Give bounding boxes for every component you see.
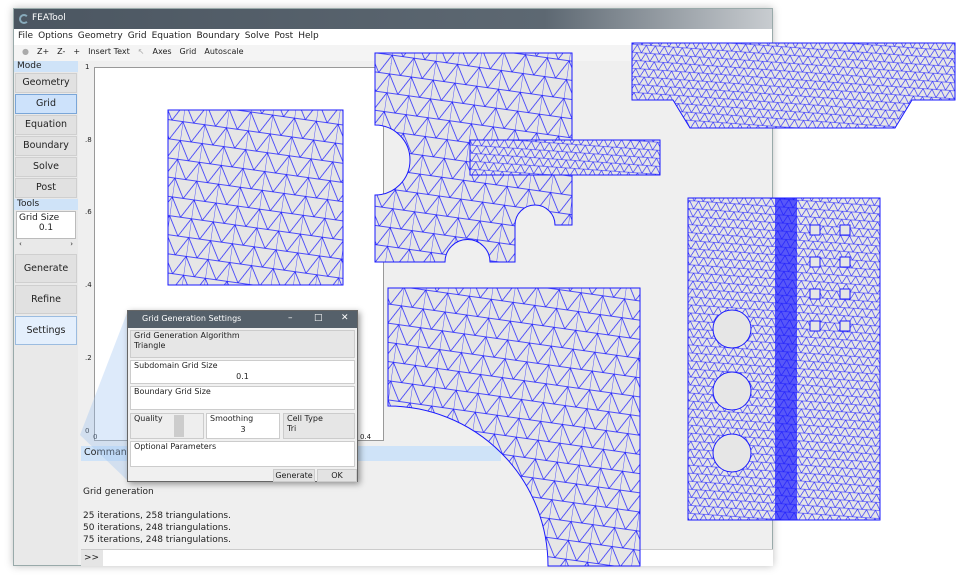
- cell-type-label: Cell Type: [287, 414, 323, 423]
- cell-type-select[interactable]: Cell Type Tri: [283, 413, 355, 439]
- dense-band: [775, 198, 797, 520]
- close-icon[interactable]: ✕: [341, 313, 349, 323]
- minimize-icon[interactable]: –: [288, 313, 293, 323]
- dialog-title: Grid Generation Settings: [142, 314, 242, 323]
- smoothing-label: Smoothing: [210, 414, 254, 423]
- boundary-grid-size-field[interactable]: Boundary Grid Size: [130, 386, 355, 410]
- grid-settings-dialog: Grid Generation Settings – □ ✕ Grid Gene…: [127, 310, 358, 482]
- quality-slider[interactable]: Quality: [130, 413, 204, 439]
- boundary-label: Boundary Grid Size: [134, 387, 211, 396]
- optional-label: Optional Parameters: [134, 442, 217, 451]
- algorithm-value: Triangle: [134, 341, 166, 350]
- square-mesh: [167, 109, 344, 286]
- cell-type-value: Tri: [287, 424, 297, 433]
- dialog-generate-button[interactable]: Generate: [273, 469, 315, 482]
- dialog-ok-button[interactable]: OK: [317, 469, 357, 482]
- smoothing-value[interactable]: 3: [207, 425, 279, 434]
- algorithm-select[interactable]: Grid Generation Algorithm Triangle: [130, 330, 355, 358]
- dialog-title-bar: Grid Generation Settings – □ ✕: [128, 311, 357, 328]
- mesh-overlays: [80, 42, 956, 567]
- curved-mesh: [387, 287, 641, 567]
- optional-parameters-field[interactable]: Optional Parameters: [130, 441, 355, 467]
- bar-mesh: [469, 139, 661, 176]
- trapezoid-mesh: [631, 42, 956, 129]
- callout-highlight: [80, 313, 127, 480]
- algorithm-label: Grid Generation Algorithm: [134, 331, 240, 340]
- subdomain-label: Subdomain Grid Size: [134, 361, 218, 370]
- quality-label: Quality: [134, 414, 163, 423]
- smoothing-field[interactable]: Smoothing 3: [206, 413, 280, 439]
- maximize-icon[interactable]: □: [314, 313, 323, 323]
- subdomain-grid-size-field[interactable]: Subdomain Grid Size 0.1: [130, 360, 355, 384]
- subdomain-value[interactable]: 0.1: [131, 372, 354, 381]
